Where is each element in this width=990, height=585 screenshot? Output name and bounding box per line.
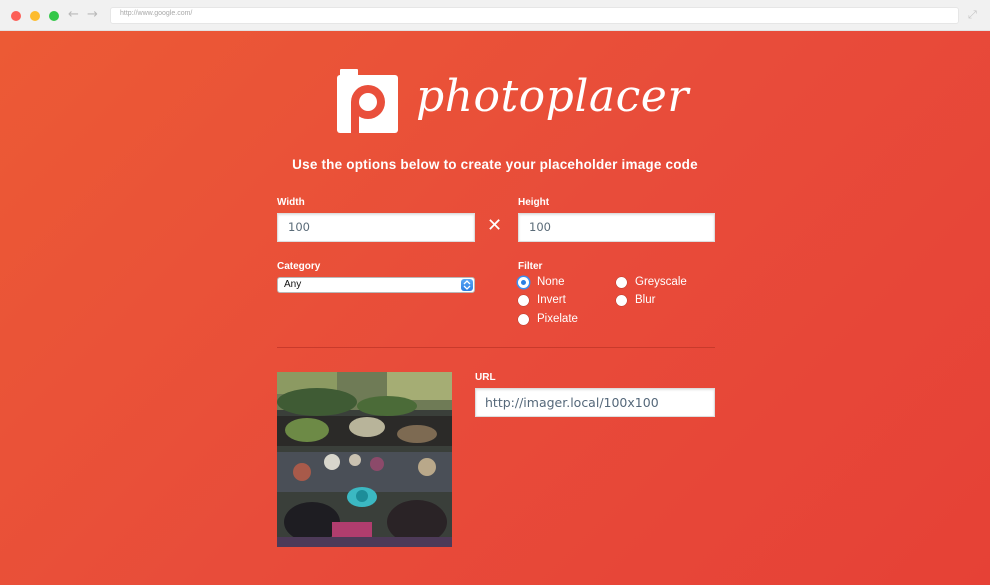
filter-label: Filter — [518, 261, 543, 272]
forward-arrow-icon[interactable]: → — [87, 7, 98, 23]
browser-toolbar: ← → http://www.google.com/ ⤢ — [0, 0, 990, 31]
page-content: photoplacer Use the options below to cre… — [0, 31, 990, 585]
address-bar[interactable]: http://www.google.com/ — [110, 7, 959, 24]
category-select[interactable]: Any — [277, 277, 475, 293]
filter-pixelate-label: Pixelate — [537, 313, 578, 325]
width-label: Width — [277, 197, 305, 208]
intro-text: Use the options below to create your pla… — [292, 157, 698, 172]
url-label: URL — [475, 372, 496, 383]
radio-icon — [518, 314, 529, 325]
minimize-window-button[interactable] — [30, 11, 40, 21]
width-input[interactable]: 100 — [277, 213, 475, 242]
back-arrow-icon[interactable]: ← — [68, 7, 79, 23]
maximize-window-button[interactable] — [49, 11, 59, 21]
radio-icon — [518, 295, 529, 306]
height-input[interactable]: 100 — [518, 213, 715, 242]
height-label: Height — [518, 197, 550, 208]
placeholder-image-preview — [277, 372, 452, 547]
close-window-button[interactable] — [11, 11, 21, 21]
url-field[interactable]: http://imager.local/100x100 — [475, 388, 715, 417]
radio-icon — [616, 277, 627, 288]
radio-icon — [616, 295, 627, 306]
section-divider — [277, 347, 715, 348]
filter-greyscale-label: Greyscale — [635, 276, 687, 288]
select-arrows-icon — [461, 279, 473, 291]
camera-logo-icon — [337, 69, 398, 133]
expand-icon[interactable]: ⤢ — [968, 8, 977, 22]
filter-invert-label: Invert — [537, 294, 566, 306]
category-label: Category — [277, 261, 321, 272]
category-select-value: Any — [284, 279, 302, 290]
filter-blur-label: Blur — [635, 294, 656, 306]
address-url: http://www.google.com/ — [120, 10, 193, 17]
app-logo-text: photoplacer — [416, 71, 689, 122]
times-icon: ✕ — [487, 215, 503, 236]
radio-checked-icon — [518, 277, 529, 288]
filter-none-label: None — [537, 276, 565, 288]
